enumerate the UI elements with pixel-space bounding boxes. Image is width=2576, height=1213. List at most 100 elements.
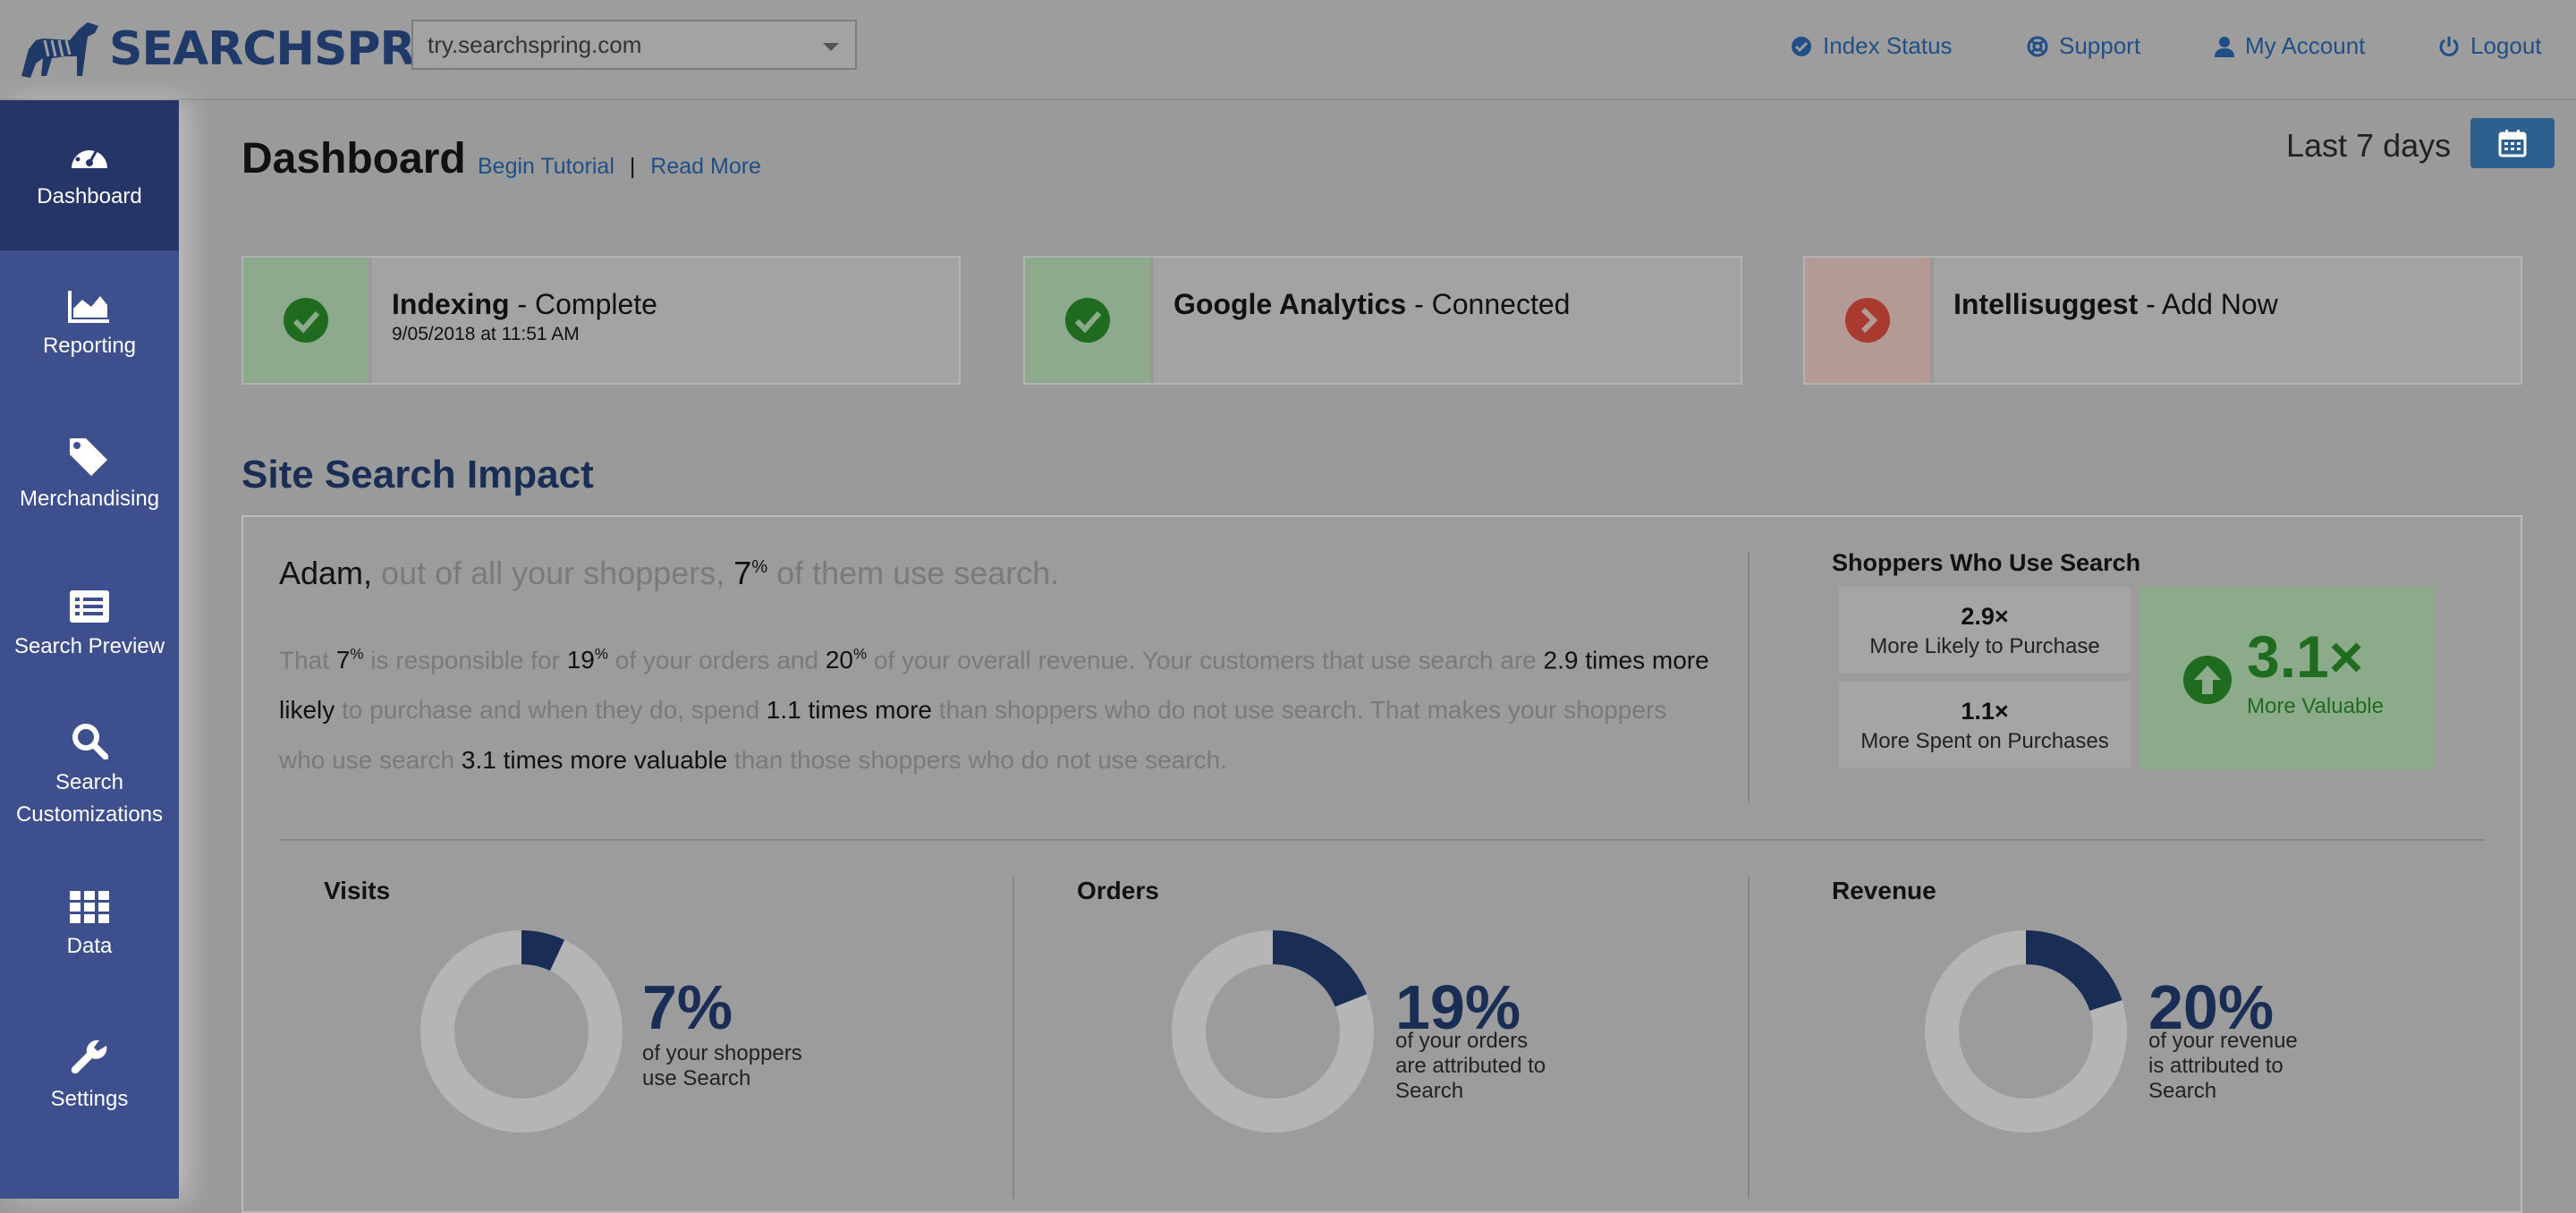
sidebar-item-merchandising[interactable]: Merchandising bbox=[0, 401, 179, 551]
support-label: Support bbox=[2059, 32, 2141, 59]
status-icon-box bbox=[243, 258, 372, 383]
revenue-title: Revenue bbox=[1832, 877, 1936, 904]
visits-donut-chart bbox=[420, 930, 623, 1132]
logout-link[interactable]: Logout bbox=[2438, 32, 2542, 60]
headline-text: out of all your shoppers, bbox=[372, 555, 734, 591]
more-likely-card: 2.9× More Likely to Purchase bbox=[1839, 587, 2131, 673]
more-spent-label: More Spent on Purchases bbox=[1860, 729, 2109, 753]
para-value: 20% bbox=[826, 646, 867, 674]
para-value-num: 20 bbox=[825, 646, 853, 674]
sidebar-item-label: Merchandising bbox=[19, 487, 160, 511]
para-value-sup: % bbox=[594, 646, 609, 663]
desc-line: is attributed to bbox=[2148, 1054, 2284, 1078]
status-name: Indexing bbox=[392, 288, 510, 320]
para-text: That bbox=[279, 646, 336, 674]
desc-line: Search bbox=[1395, 1079, 1464, 1103]
more-valuable-label: More Valuable bbox=[2247, 694, 2384, 718]
chevron-right-circle-icon bbox=[1845, 298, 1890, 343]
sidebar-item-reporting[interactable]: Reporting bbox=[0, 250, 179, 401]
dog-logo-icon bbox=[21, 22, 98, 78]
my-account-label: My Account bbox=[2245, 32, 2366, 59]
arrow-up-circle-icon bbox=[2183, 656, 2232, 704]
status-card-indexing[interactable]: Indexing - Complete 9/05/2018 at 11:51 A… bbox=[242, 256, 961, 385]
desc-line: Search bbox=[2148, 1079, 2217, 1103]
desc-line: of your orders bbox=[1395, 1029, 1529, 1053]
vertical-divider bbox=[1748, 877, 1750, 1199]
date-range-label: Last 7 days bbox=[2286, 127, 2452, 164]
read-more-link[interactable]: Read More bbox=[650, 154, 761, 179]
impact-headline: Adam, out of all your shoppers, 7% of th… bbox=[279, 555, 1059, 592]
sidebar-item-label: Search Customizations bbox=[15, 770, 164, 827]
desc-line: are attributed to bbox=[1395, 1054, 1546, 1078]
para-value: 1.1 times more bbox=[766, 696, 932, 725]
desc-line: use Search bbox=[642, 1066, 751, 1090]
orders-title: Orders bbox=[1077, 877, 1159, 904]
sidebar-item-search-preview[interactable]: Search Preview bbox=[0, 551, 179, 701]
para-text: is responsible for bbox=[363, 646, 567, 674]
para-text: than those shoppers who do not use searc… bbox=[727, 746, 1227, 775]
sidebar-item-data[interactable]: Data bbox=[0, 852, 179, 1002]
title-links: Begin Tutorial | Read More bbox=[478, 154, 761, 180]
lifebuoy-icon bbox=[2027, 36, 2048, 56]
tags-icon bbox=[70, 438, 107, 476]
begin-tutorial-link[interactable]: Begin Tutorial bbox=[478, 154, 614, 179]
status-name: Google Analytics bbox=[1174, 288, 1407, 320]
status-icon-box bbox=[1805, 258, 1934, 383]
donut-track bbox=[420, 930, 623, 1132]
sidebar-item-search-customizations[interactable]: Search Customizations bbox=[0, 701, 179, 852]
sidebar-item-label: Search Preview bbox=[13, 634, 165, 658]
para-value: 7% bbox=[336, 646, 364, 674]
more-spent-card: 1.1× More Spent on Purchases bbox=[1839, 682, 2131, 768]
site-selector-value: try.searchspring.com bbox=[428, 30, 642, 58]
link-separator: | bbox=[629, 154, 636, 179]
status-card-google-analytics[interactable]: Google Analytics - Connected bbox=[1023, 256, 1742, 385]
my-account-link[interactable]: My Account bbox=[2215, 32, 2365, 60]
sidebar-item-settings[interactable]: Settings bbox=[0, 1002, 179, 1152]
power-icon bbox=[2439, 36, 2459, 56]
headline-pct: 7% bbox=[733, 555, 767, 591]
status-card-intellisuggest[interactable]: Intellisuggest - Add Now bbox=[1803, 256, 2522, 385]
para-value-sup: % bbox=[852, 646, 868, 663]
visits-title: Visits bbox=[324, 877, 391, 904]
visits-pct: 7% bbox=[642, 972, 733, 1042]
more-likely-label: More Likely to Purchase bbox=[1869, 634, 2100, 658]
status-text: Indexing - Complete bbox=[392, 288, 657, 321]
user-name: Adam, bbox=[279, 555, 373, 591]
vertical-divider bbox=[1013, 877, 1014, 1199]
check-circle-icon bbox=[1792, 36, 1811, 56]
revenue-desc: of your revenue is attributed to Search bbox=[2148, 1029, 2298, 1104]
status-text: Google Analytics - Connected bbox=[1174, 288, 1570, 321]
sidebar-item-label: Reporting bbox=[42, 334, 137, 358]
support-link[interactable]: Support bbox=[2027, 32, 2140, 60]
status-value: - Complete bbox=[509, 288, 657, 320]
site-selector[interactable]: try.searchspring.com bbox=[411, 20, 857, 70]
para-value-num: 7 bbox=[335, 646, 351, 674]
status-text: Intellisuggest - Add Now bbox=[1953, 288, 2278, 321]
index-status-link[interactable]: Index Status bbox=[1791, 32, 1953, 60]
donut-fill bbox=[1272, 930, 1368, 1008]
sidebar-item-dashboard[interactable]: Dashboard bbox=[0, 100, 179, 250]
status-icon-box bbox=[1025, 258, 1154, 383]
more-likely-value: 2.9× bbox=[1961, 603, 2009, 630]
more-valuable-value: 3.1× bbox=[2247, 623, 2364, 690]
shoppers-who-use-search-title: Shoppers Who Use Search bbox=[1832, 549, 2141, 576]
date-picker-button[interactable] bbox=[2470, 118, 2555, 168]
user-icon bbox=[2215, 36, 2234, 57]
wrench-icon bbox=[71, 1039, 107, 1074]
sidebar: Dashboard Reporting Merchandising Search… bbox=[0, 100, 179, 1199]
logout-label: Logout bbox=[2470, 32, 2542, 59]
status-value: - Add Now bbox=[2138, 288, 2278, 320]
sidebar-item-label: Settings bbox=[50, 1087, 129, 1111]
check-circle-icon bbox=[284, 298, 328, 343]
sidebar-item-label: Dashboard bbox=[37, 184, 142, 208]
chevron-down-icon bbox=[823, 43, 839, 51]
headline-pct-value: 7 bbox=[733, 555, 752, 591]
desc-line: of your shoppers bbox=[642, 1041, 802, 1065]
index-status-label: Index Status bbox=[1823, 32, 1953, 59]
grid-icon bbox=[70, 891, 109, 923]
para-value-num: 19 bbox=[566, 646, 595, 674]
status-value: - Connected bbox=[1406, 288, 1571, 320]
list-icon bbox=[70, 590, 109, 623]
dashboard-icon bbox=[72, 143, 107, 168]
search-icon bbox=[72, 724, 108, 759]
